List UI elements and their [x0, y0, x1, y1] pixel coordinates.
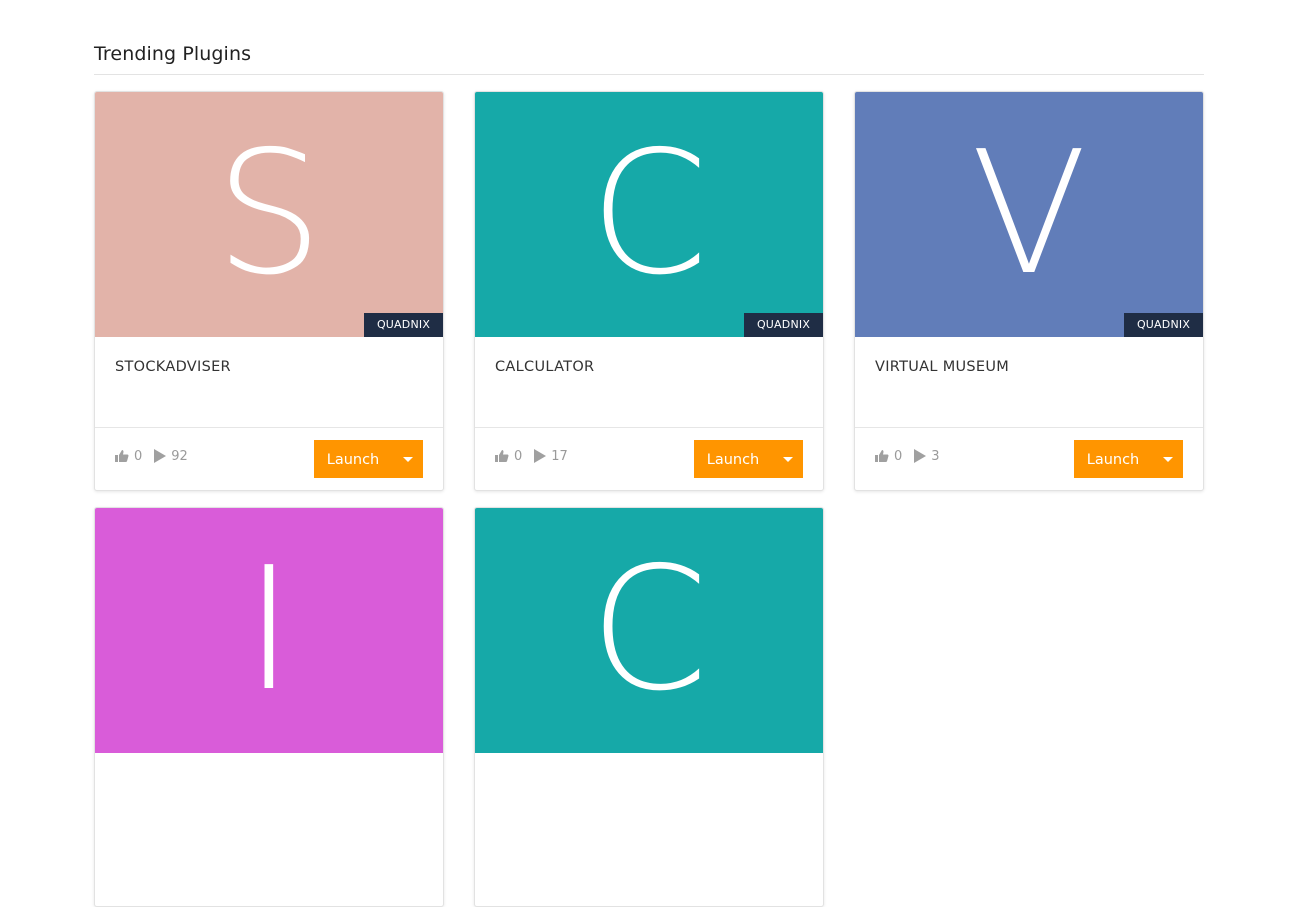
section-divider: [94, 74, 1204, 75]
plugin-stats: 0 3: [875, 448, 952, 464]
plugin-card[interactable]: C: [474, 507, 824, 907]
publisher-badge: QUADNIX: [1124, 313, 1203, 337]
launch-split-button: Launch: [1074, 440, 1183, 478]
plugin-stats: 0 92: [115, 448, 200, 464]
caret-down-icon: [782, 456, 793, 462]
plays-count: 3: [931, 448, 940, 464]
plugin-card[interactable]: S QUADNIX STOCKADVISER 0 92 Launch: [94, 91, 444, 491]
likes-stat: 0: [495, 449, 522, 464]
launch-dropdown-toggle[interactable]: [1152, 440, 1183, 478]
card-divider: [475, 427, 823, 428]
plays-count: 17: [551, 448, 568, 464]
launch-button[interactable]: Launch: [694, 440, 772, 478]
launch-dropdown-toggle[interactable]: [392, 440, 423, 478]
card-divider: [95, 427, 443, 428]
launch-split-button: Launch: [694, 440, 803, 478]
plugin-card[interactable]: I: [94, 507, 444, 907]
likes-stat: 0: [115, 449, 142, 464]
likes-stat: 0: [875, 449, 902, 464]
play-icon: [534, 449, 547, 463]
launch-split-button: Launch: [314, 440, 423, 478]
plugin-name[interactable]: VIRTUAL MUSEUM: [875, 359, 1009, 375]
plugin-letter: S: [215, 115, 323, 313]
plays-stat: 92: [154, 449, 188, 464]
card-divider: [855, 427, 1203, 428]
thumbs-up-icon: [495, 450, 509, 462]
launch-dropdown-toggle[interactable]: [772, 440, 803, 478]
thumbs-up-icon: [875, 450, 889, 462]
plays-stat: 3: [914, 448, 940, 464]
plugin-stats: 0 17: [495, 448, 580, 464]
caret-down-icon: [402, 456, 413, 462]
publisher-badge: QUADNIX: [364, 313, 443, 337]
plays-count: 92: [171, 448, 188, 464]
launch-button[interactable]: Launch: [1074, 440, 1152, 478]
plugin-letter: C: [589, 115, 709, 313]
plugin-banner[interactable]: S QUADNIX: [95, 92, 443, 337]
plugin-banner[interactable]: C QUADNIX: [475, 92, 823, 337]
thumbs-up-icon: [115, 450, 129, 462]
likes-count: 0: [514, 448, 523, 464]
caret-down-icon: [1162, 456, 1173, 462]
likes-count: 0: [134, 448, 143, 464]
launch-button[interactable]: Launch: [314, 440, 392, 478]
plugin-name[interactable]: CALCULATOR: [495, 359, 594, 375]
plugin-letter: I: [243, 531, 295, 729]
trending-plugins-section: Trending Plugins S QUADNIX STOCKADVISER …: [94, 0, 1204, 907]
plays-stat: 17: [534, 449, 568, 464]
section-title: Trending Plugins: [94, 43, 252, 65]
likes-count: 0: [894, 448, 903, 464]
play-icon: [154, 449, 167, 463]
plugin-banner[interactable]: C: [475, 508, 823, 753]
plugin-letter: V: [970, 115, 1088, 313]
plugin-letter: C: [589, 531, 709, 729]
plugin-banner[interactable]: V QUADNIX: [855, 92, 1203, 337]
play-icon: [914, 449, 927, 463]
publisher-badge: QUADNIX: [744, 313, 823, 337]
plugin-card[interactable]: V QUADNIX VIRTUAL MUSEUM 0 3 Launch: [854, 91, 1204, 491]
plugin-name[interactable]: STOCKADVISER: [115, 359, 231, 375]
plugin-banner[interactable]: I: [95, 508, 443, 753]
plugin-card[interactable]: C QUADNIX CALCULATOR 0 17 Launch: [474, 91, 824, 491]
